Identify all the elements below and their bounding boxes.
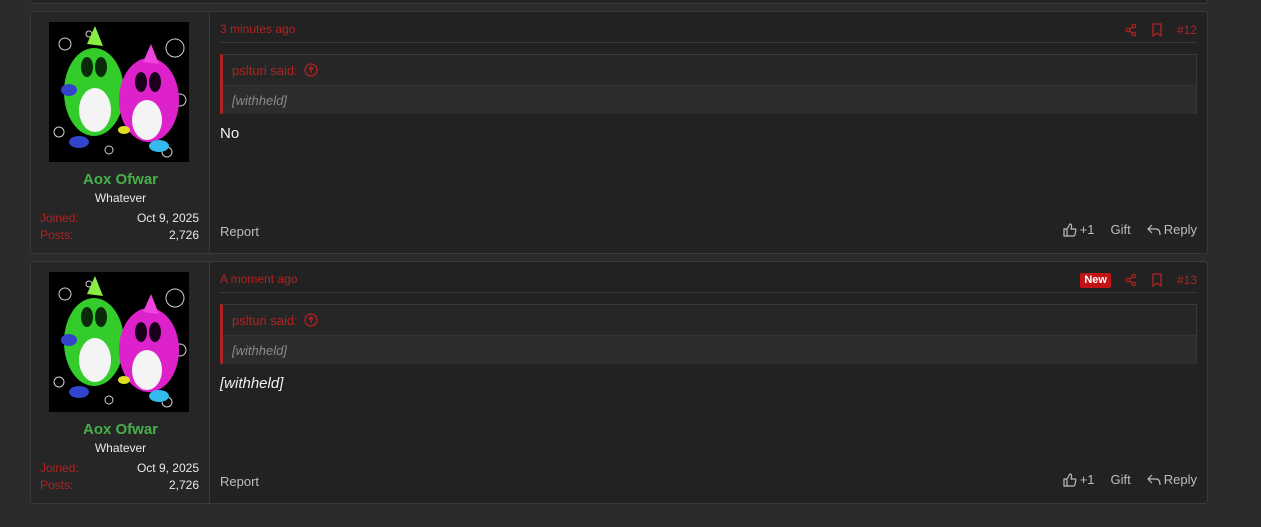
share-icon[interactable] bbox=[1125, 23, 1137, 37]
post-time[interactable]: 3 minutes ago bbox=[220, 22, 295, 36]
previous-post-edge bbox=[30, 0, 1208, 4]
like-label: +1 bbox=[1079, 472, 1095, 487]
posts-row: Posts: 2,726 bbox=[40, 478, 199, 492]
user-title: Whatever bbox=[94, 191, 147, 205]
user-sidebar: Aox Ofwar Whatever Joined: Oct 9, 2025 P… bbox=[31, 262, 218, 503]
posts-label: Posts: bbox=[40, 228, 74, 242]
quote-text: [withheld] bbox=[232, 92, 287, 108]
user-title: Whatever bbox=[94, 441, 147, 455]
go-to-quote-icon[interactable] bbox=[304, 63, 318, 77]
username[interactable]: Aox Ofwar bbox=[31, 171, 210, 188]
post-message: [withheld] bbox=[220, 375, 284, 392]
posts-value: 2,726 bbox=[168, 228, 199, 242]
post-number[interactable]: #13 bbox=[1177, 273, 1197, 287]
quote-text: [withheld] bbox=[232, 342, 287, 358]
reply-icon bbox=[1146, 224, 1161, 235]
thumbs-up-icon bbox=[1063, 222, 1077, 237]
posts-row: Posts: 2,726 bbox=[40, 228, 199, 242]
post-tools: #12 bbox=[1111, 20, 1197, 40]
reply-label: Reply bbox=[1163, 472, 1197, 487]
reply-button[interactable]: Reply bbox=[1146, 472, 1197, 487]
post-12: Aox Ofwar Whatever Joined: Oct 9, 2025 P… bbox=[30, 11, 1208, 254]
thumbs-up-icon bbox=[1063, 472, 1077, 487]
quote-block: pslturi said: [withheld] bbox=[220, 304, 1197, 364]
go-to-quote-icon[interactable] bbox=[304, 313, 318, 327]
joined-row: Joined: Oct 9, 2025 bbox=[40, 461, 199, 475]
post-actions: Report +1 Gift Reply bbox=[220, 472, 1197, 490]
post-actions-right: +1 Gift Reply bbox=[1047, 472, 1197, 487]
reply-label: Reply bbox=[1163, 222, 1197, 237]
reply-button[interactable]: Reply bbox=[1146, 222, 1197, 237]
posts-value: 2,726 bbox=[168, 478, 199, 492]
post-actions-right: +1 Gift Reply bbox=[1047, 222, 1197, 237]
post-tools: New #13 bbox=[1066, 270, 1197, 290]
posts-label: Posts: bbox=[40, 478, 74, 492]
like-label: +1 bbox=[1079, 222, 1095, 237]
quote-body: [withheld] bbox=[223, 335, 1196, 364]
quote-body: [withheld] bbox=[223, 85, 1196, 114]
joined-label: Joined: bbox=[40, 211, 79, 225]
post-time[interactable]: A moment ago bbox=[220, 272, 297, 286]
post-actions: Report +1 Gift Reply bbox=[220, 222, 1197, 240]
quote-author[interactable]: pslturi said: bbox=[232, 313, 298, 328]
post-main: A moment ago New #13 pslturi said: [with… bbox=[210, 262, 1207, 503]
quote-header[interactable]: pslturi said: bbox=[223, 55, 1196, 85]
post-number[interactable]: #12 bbox=[1177, 23, 1197, 37]
report-link[interactable]: Report bbox=[220, 224, 259, 239]
user-avatar[interactable] bbox=[49, 272, 189, 412]
user-avatar[interactable] bbox=[49, 22, 189, 162]
gift-button[interactable]: Gift bbox=[1111, 472, 1131, 487]
bookmark-icon[interactable] bbox=[1151, 273, 1163, 287]
joined-row: Joined: Oct 9, 2025 bbox=[40, 211, 199, 225]
post-message: No bbox=[220, 125, 240, 142]
joined-value: Oct 9, 2025 bbox=[136, 211, 199, 225]
joined-label: Joined: bbox=[40, 461, 79, 475]
like-button[interactable]: +1 bbox=[1063, 472, 1095, 487]
reply-icon bbox=[1146, 474, 1161, 485]
like-button[interactable]: +1 bbox=[1063, 222, 1095, 237]
joined-value: Oct 9, 2025 bbox=[136, 461, 199, 475]
post-header: A moment ago New #13 bbox=[220, 270, 1197, 293]
post-13: Aox Ofwar Whatever Joined: Oct 9, 2025 P… bbox=[30, 261, 1208, 504]
bookmark-icon[interactable] bbox=[1151, 23, 1163, 37]
username[interactable]: Aox Ofwar bbox=[31, 421, 210, 438]
post-header: 3 minutes ago #12 bbox=[220, 20, 1197, 43]
report-link[interactable]: Report bbox=[220, 474, 259, 489]
quote-header[interactable]: pslturi said: bbox=[223, 305, 1196, 335]
quote-block: pslturi said: [withheld] bbox=[220, 54, 1197, 114]
post-main: 3 minutes ago #12 pslturi said: [withhel… bbox=[210, 12, 1207, 253]
share-icon[interactable] bbox=[1125, 273, 1137, 287]
user-sidebar: Aox Ofwar Whatever Joined: Oct 9, 2025 P… bbox=[31, 12, 218, 253]
gift-button[interactable]: Gift bbox=[1111, 222, 1131, 237]
new-badge: New bbox=[1080, 272, 1111, 288]
quote-author[interactable]: pslturi said: bbox=[232, 63, 298, 78]
